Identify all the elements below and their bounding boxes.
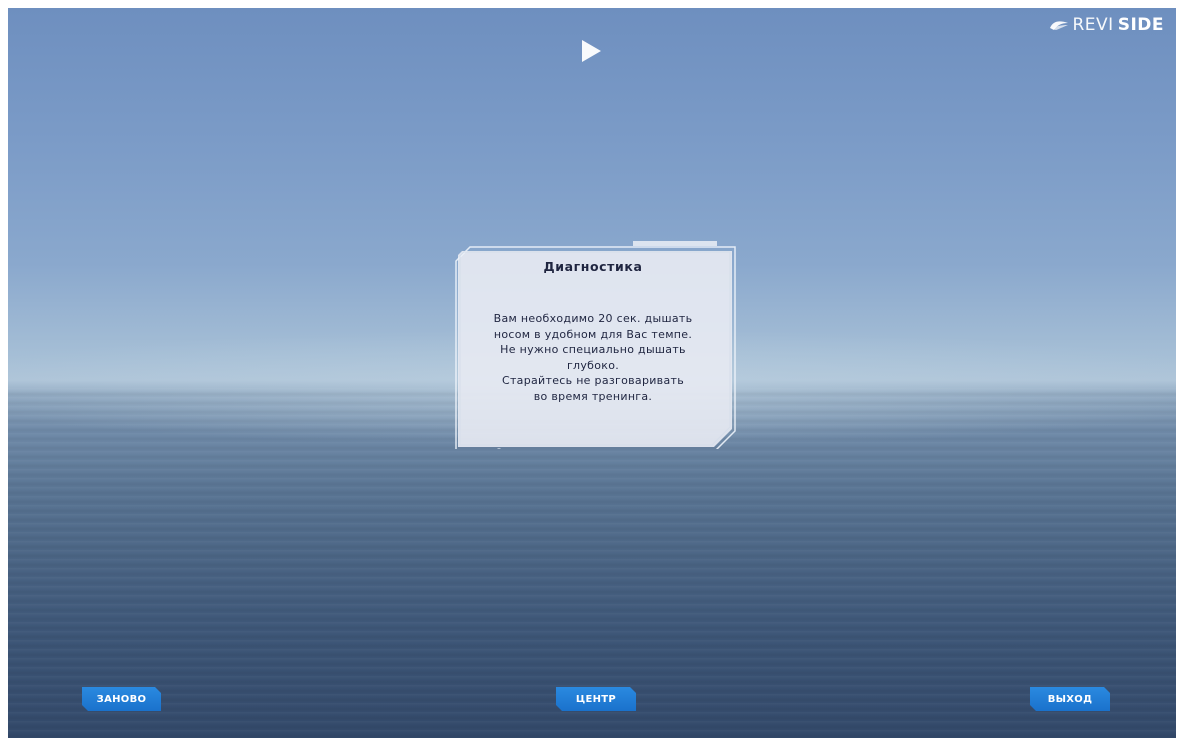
- dialog-title: Диагностика: [543, 259, 643, 274]
- dialog-line: глубоко.: [566, 358, 620, 372]
- dialog-line: Не нужно специально дышать: [500, 343, 686, 356]
- wave-logo-icon: [1049, 21, 1068, 30]
- reviside-logo: REVI SIDE: [1049, 15, 1165, 35]
- dialog-content: Диагностика Вам необходимо 20 сек. дышат…: [462, 259, 724, 404]
- restart-button[interactable]: ЗАНОВО: [82, 687, 161, 711]
- play-button[interactable]: [578, 38, 604, 64]
- exit-button[interactable]: ВЫХОД: [1030, 687, 1110, 711]
- center-button[interactable]: ЦЕНТР: [556, 687, 636, 711]
- dialog-line: Вам необходимо 20 сек. дышать: [493, 312, 693, 325]
- logo-text-bold: SIDE: [1117, 15, 1164, 35]
- dialog-line: носом в удобном для Вас темпе.: [493, 327, 693, 341]
- logo-text-light: REVI: [1072, 15, 1114, 35]
- diagnostics-dialog: Диагностика Вам необходимо 20 сек. дышат…: [448, 233, 738, 449]
- dialog-line: во время тренинга.: [533, 389, 653, 403]
- dialog-message: Вам необходимо 20 сек. дышать носом в уд…: [462, 311, 724, 404]
- dialog-line: Старайтесь не разговаривать: [501, 374, 684, 387]
- play-icon: [582, 40, 601, 62]
